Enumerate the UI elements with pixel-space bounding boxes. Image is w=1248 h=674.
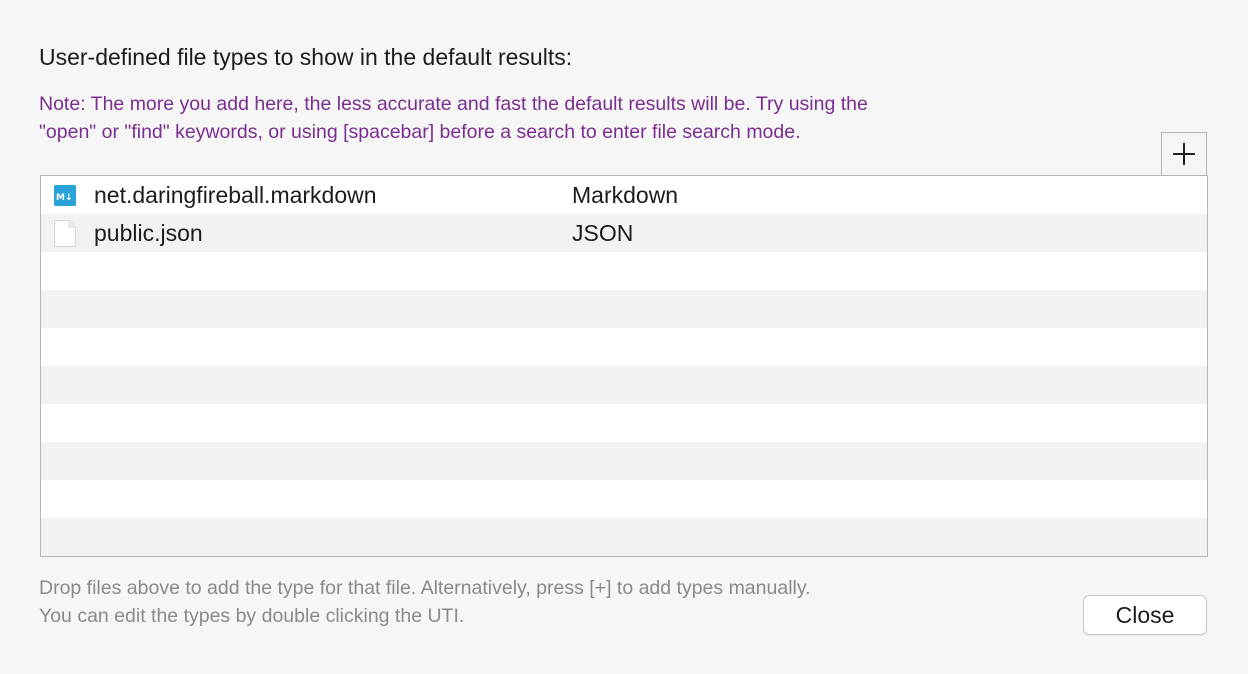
empty-row [41,290,1207,328]
add-type-button[interactable] [1161,132,1207,175]
note-line-2: "open" or "find" keywords, or using [spa… [39,121,801,143]
empty-row [41,518,1207,556]
type-name-cell: JSON [572,219,634,246]
type-name-cell: Markdown [572,181,679,208]
help-line-1: Drop files above to add the type for tha… [39,577,811,599]
empty-row [41,404,1207,442]
uti-cell[interactable]: public.json [94,220,203,247]
markdown-file-icon: M↓ [53,181,77,210]
help-line-2: You can edit the types by double clickin… [39,605,465,627]
table-row[interactable]: M↓ net.daringfireball.markdown Markdown [41,176,1207,214]
dialog-heading: User-defined file types to show in the d… [39,44,573,70]
note-line-1: Note: The more you add here, the less ac… [39,93,868,115]
file-types-table[interactable]: M↓ net.daringfireball.markdown Markdown … [40,175,1208,557]
document-file-icon [53,219,77,248]
svg-text:M↓: M↓ [56,193,73,203]
plus-icon [1173,143,1195,165]
table-row[interactable]: public.json JSON [41,214,1207,252]
note-text: Note: The more you add here, the less ac… [39,90,1139,146]
close-button[interactable]: Close [1083,595,1207,635]
empty-row [41,252,1207,290]
empty-row [41,442,1207,480]
empty-row [41,328,1207,366]
empty-row [41,366,1207,404]
help-text: Drop files above to add the type for tha… [39,574,811,630]
uti-cell[interactable]: net.daringfireball.markdown [94,182,377,209]
empty-row [41,480,1207,518]
